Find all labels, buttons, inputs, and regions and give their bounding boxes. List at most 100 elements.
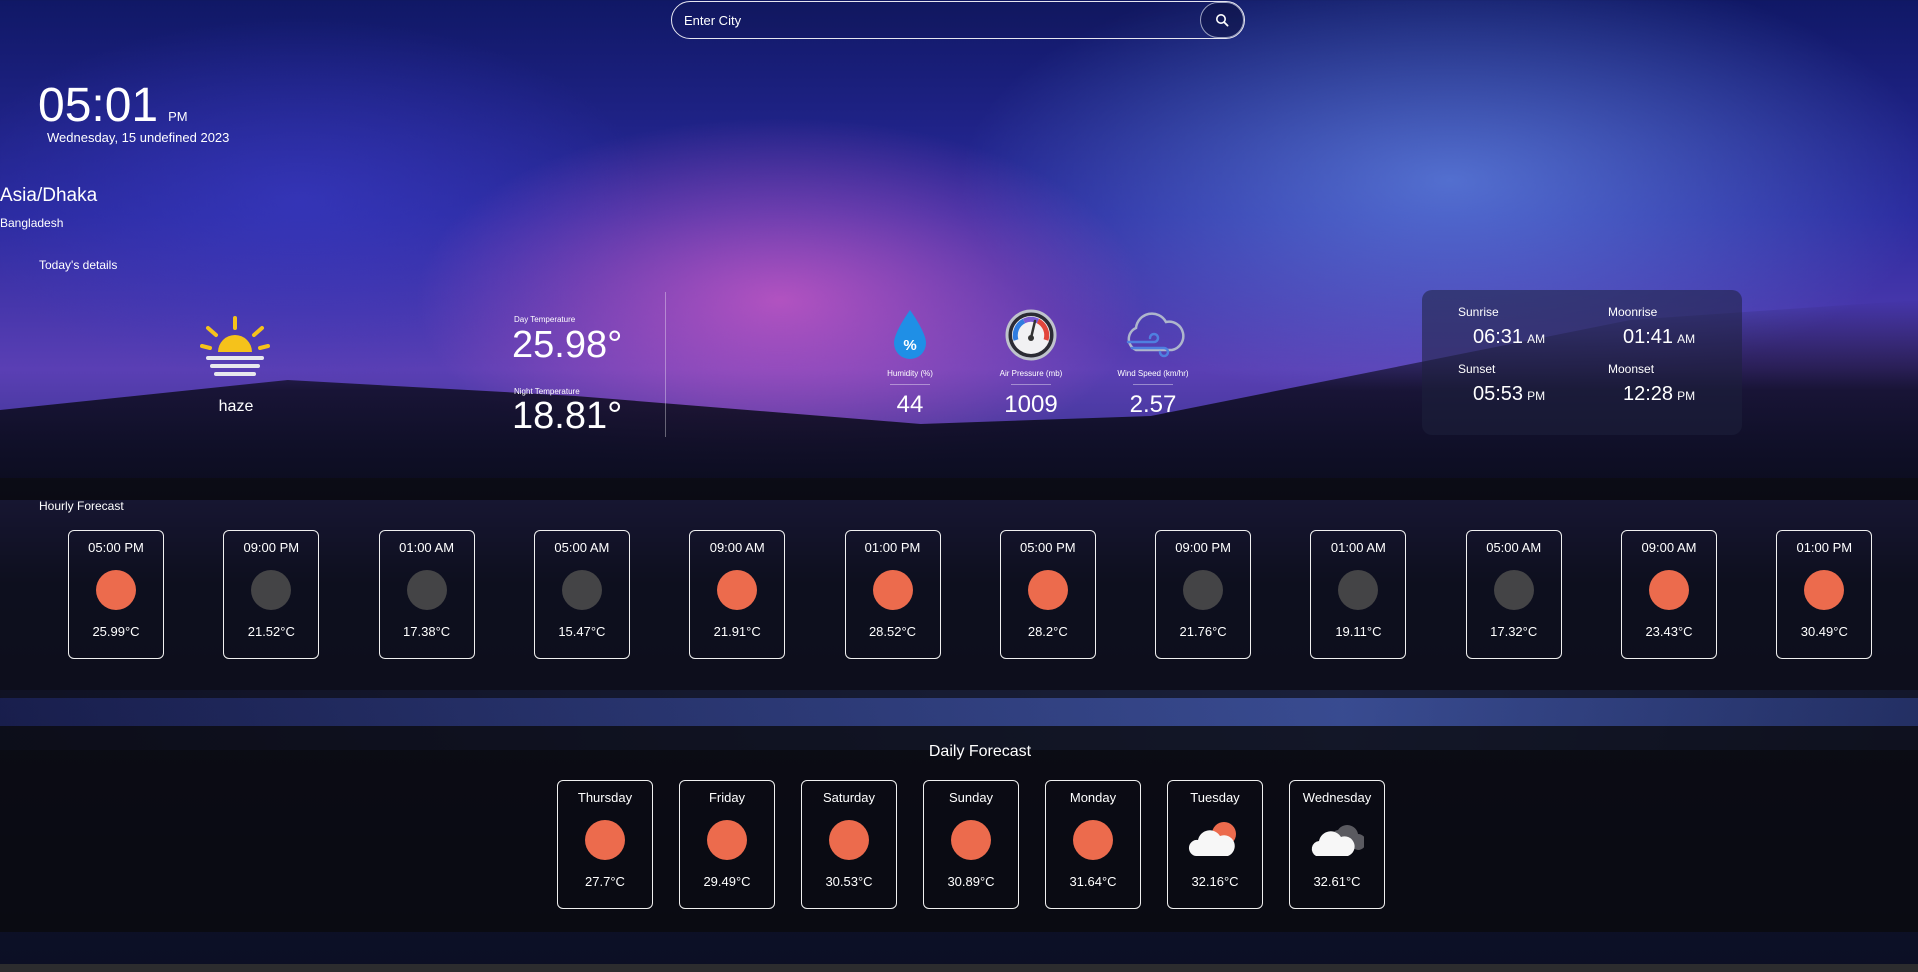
sunrise-ampm: AM <box>1527 332 1546 346</box>
hourly-card: 05:00 AM 15.47°C <box>533 530 630 659</box>
moonset-time: 12:28 PM <box>1623 383 1695 406</box>
sunrise-time: 06:31 AM <box>1473 326 1545 349</box>
clock-time: 05:01 PM <box>38 78 188 133</box>
forecast-temp: 23.43°C <box>1645 624 1693 639</box>
svg-text:%: % <box>903 337 916 354</box>
cloud-sun-icon <box>1188 820 1242 860</box>
hourly-time: 01:00 AM <box>1330 540 1386 555</box>
day-temp-value: 25.98° <box>512 324 623 366</box>
moonset: Moonset 12:28 PM <box>1608 362 1695 406</box>
forecast-temp: 29.49°C <box>703 874 751 889</box>
humidity-underline <box>890 384 930 385</box>
night-temp-value: 18.81° <box>512 395 623 437</box>
sun-icon <box>1027 570 1068 610</box>
sunset-time: 05:53 PM <box>1473 383 1545 406</box>
sun-icon <box>585 820 625 860</box>
moonset-label: Moonset <box>1608 362 1655 376</box>
sun-icon <box>872 570 913 610</box>
forecast-temp: 31.64°C <box>1069 874 1117 889</box>
hourly-card: 09:00 PM 21.76°C <box>1155 530 1252 659</box>
location-country: Bangladesh <box>0 216 64 230</box>
daily-day: Saturday <box>822 790 876 805</box>
daily-card: Sunday 30.89°C <box>923 780 1019 909</box>
hourly-time: 01:00 PM <box>864 540 921 555</box>
forecast-temp: 30.49°C <box>1800 624 1848 639</box>
hourly-card: 01:00 AM 19.11°C <box>1310 530 1407 659</box>
forecast-temp: 30.53°C <box>825 874 873 889</box>
clock-time-value: 05:01 <box>38 79 159 132</box>
forecast-temp: 25.99°C <box>92 624 140 639</box>
forecast-temp: 15.47°C <box>558 624 606 639</box>
clock-date: Wednesday, 15 undefined 2023 <box>47 130 230 145</box>
divider <box>665 292 666 437</box>
forecast-temp: 28.2°C <box>1027 624 1068 639</box>
search-icon <box>1216 14 1229 27</box>
clouds-icon <box>1310 820 1366 860</box>
night-icon <box>251 570 292 610</box>
moonset-value: 12:28 <box>1623 383 1674 405</box>
daily-day: Friday <box>708 790 746 805</box>
daily-card: Friday 29.49°C <box>679 780 775 909</box>
forecast-temp: 28.52°C <box>868 624 917 639</box>
forecast-temp: 27.7°C <box>585 874 625 889</box>
search-button[interactable] <box>1200 2 1244 38</box>
sun-icon <box>1073 820 1113 860</box>
forecast-temp: 21.52°C <box>247 624 295 639</box>
daily-day: Thursday <box>577 790 633 805</box>
sun-icon <box>1649 570 1689 610</box>
night-icon <box>1183 570 1224 610</box>
pressure-metric: Air Pressure (mb) 1009 <box>976 308 1086 419</box>
hourly-time: 05:00 AM <box>1486 540 1542 555</box>
hourly-card: 01:00 PM 30.49°C <box>1776 530 1873 659</box>
hourly-card: 05:00 AM 17.32°C <box>1465 530 1562 659</box>
sunset: Sunset 05:53 PM <box>1458 362 1545 406</box>
humidity-value: 44 <box>896 391 924 418</box>
humidity-drop-icon: % <box>894 310 926 359</box>
sunset-value: 05:53 <box>1473 383 1524 405</box>
hourly-card: 09:00 AM 21.91°C <box>689 530 786 659</box>
hourly-card: 01:00 AM 17.38°C <box>378 530 475 659</box>
day-temp-label: Day Temperature <box>514 315 576 324</box>
pressure-underline <box>1011 384 1051 385</box>
sunrise-value: 06:31 <box>1473 326 1524 348</box>
sunset-label: Sunset <box>1458 362 1496 376</box>
moonrise-value: 01:41 <box>1623 326 1674 348</box>
night-icon <box>561 570 602 610</box>
moonset-ampm: PM <box>1677 389 1696 403</box>
hourly-card: 05:00 PM 25.99°C <box>68 530 164 659</box>
wind-metric: Wind Speed (km/hr) 2.57 <box>1098 308 1208 419</box>
pressure-gauge-icon <box>1005 309 1057 361</box>
wind-cloud-icon <box>1126 312 1185 358</box>
city-search-input[interactable] <box>672 11 1200 29</box>
humidity-metric: % Humidity (%) 44 <box>855 308 965 419</box>
sun-icon <box>951 820 991 860</box>
location-timezone: Asia/Dhaka <box>0 185 98 206</box>
moonrise-time: 01:41 AM <box>1623 326 1695 349</box>
sunrise-label: Sunrise <box>1458 305 1499 319</box>
forecast-temp: 17.38°C <box>403 624 451 639</box>
forecast-temp: 17.32°C <box>1490 624 1538 639</box>
hourly-time: 09:00 AM <box>1641 540 1697 555</box>
daily-card: Tuesday 32.16°C <box>1167 780 1263 909</box>
sun-icon <box>829 820 869 860</box>
daily-card: Saturday 30.53°C <box>801 780 897 909</box>
search-bar <box>671 1 1245 39</box>
moonrise-label: Moonrise <box>1608 305 1658 319</box>
hourly-time: 09:00 PM <box>1175 540 1231 555</box>
todays-details-title: Today's details <box>39 258 118 272</box>
hourly-card: 01:00 PM 28.52°C <box>844 530 941 659</box>
hourly-card: 05:00 PM 28.2°C <box>999 530 1096 659</box>
night-icon <box>406 570 447 610</box>
hourly-forecast-title: Hourly Forecast <box>39 499 124 513</box>
moonrise: Moonrise 01:41 AM <box>1608 305 1695 349</box>
night-icon <box>1493 570 1534 610</box>
forecast-temp: 32.16°C <box>1191 874 1239 889</box>
wind-value: 2.57 <box>1129 391 1177 418</box>
bottom-strip <box>0 964 1918 972</box>
hourly-time: 05:00 AM <box>554 540 610 555</box>
pressure-value: 1009 <box>1004 391 1058 418</box>
forecast-temp: 21.76°C <box>1179 624 1227 639</box>
hourly-card: 09:00 PM 21.52°C <box>223 530 320 659</box>
sun-icon <box>717 570 758 610</box>
hourly-card: 09:00 AM 23.43°C <box>1621 530 1717 659</box>
